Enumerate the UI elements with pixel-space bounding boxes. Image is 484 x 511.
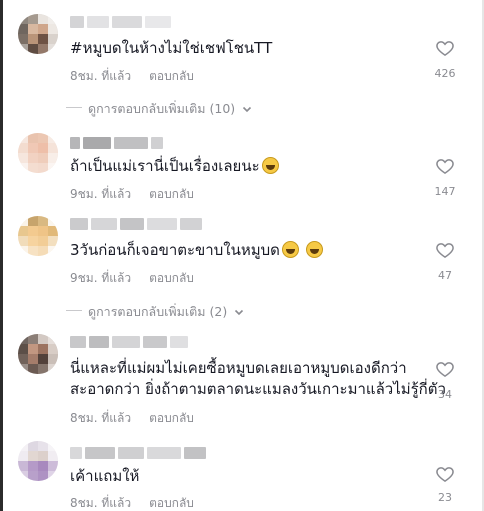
reply-button[interactable]: ตอบกลับ [149, 494, 194, 511]
comment-time: 8ชม. ที่แล้ว [70, 496, 132, 510]
comment-item: ถ้าเป็นแม่เรานี่เป็นเรื่องเลยนะ 9ชม. ที่… [18, 133, 462, 203]
heart-outline-icon [436, 243, 454, 258]
username-redacted[interactable] [70, 218, 202, 234]
like-button[interactable]: 47 [428, 240, 462, 282]
comment-meta: 8ชม. ที่แล้ว ตอบกลับ [70, 409, 194, 428]
heart-outline-icon [436, 467, 454, 482]
username-redacted[interactable] [70, 336, 188, 352]
comment-text-line-1: นี่แหละที่แม่ผมไม่เคยซื้อหมูบดเลยเอาหมูบ… [70, 359, 407, 377]
comment-text: #หมูบดในห้างไม่ใช่เชฟโชนTT [70, 39, 273, 57]
view-more-replies-label: ดูการตอบกลับเพิ่มเติม (2) [88, 304, 228, 319]
comment-time: 8ชม. ที่แล้ว [70, 69, 132, 83]
like-button[interactable]: 34 [428, 359, 462, 401]
comment-item: #หมูบดในห้างไม่ใช่เชฟโชนTT 8ชม. ที่แล้ว … [18, 14, 462, 124]
like-button[interactable]: 23 [428, 464, 462, 504]
reply-button[interactable]: ตอบกลับ [149, 185, 194, 204]
heart-outline-icon [436, 41, 454, 56]
view-more-replies[interactable]: ดูการตอบกลับเพิ่มเติม (10) [65, 99, 253, 119]
username-redacted[interactable] [70, 16, 171, 32]
comment-text: 3วันก่อนก็เจอขาตะขาบในหมูบด [70, 240, 323, 261]
comment-time: 9ชม. ที่แล้ว [70, 271, 132, 285]
avatar[interactable] [18, 441, 58, 481]
comment-text-line-2: สะอาดกว่า ยิ่งถ้าตามตลาดนะแมลงวันเกาะมาแ… [70, 380, 446, 398]
like-count: 426 [434, 67, 456, 80]
comment-meta: 9ชม. ที่แล้ว ตอบกลับ [70, 269, 194, 288]
like-count: 23 [438, 491, 452, 504]
view-more-replies-label: ดูการตอบกลับเพิ่มเติม (10) [88, 101, 236, 116]
comment-time: 8ชม. ที่แล้ว [70, 411, 132, 425]
heart-outline-icon [436, 159, 454, 174]
reply-button[interactable]: ตอบกลับ [149, 269, 194, 288]
chevron-down-icon [243, 106, 252, 113]
grinning-squinting-face-emoji [281, 241, 299, 258]
comment-text: ถ้าเป็นแม่เรานี่เป็นเรื่องเลยนะ [70, 156, 279, 177]
comment-meta: 9ชม. ที่แล้ว ตอบกลับ [70, 185, 194, 204]
heart-outline-icon [436, 362, 454, 377]
grinning-squinting-face-emoji [261, 157, 279, 174]
view-more-replies[interactable]: ดูการตอบกลับเพิ่มเติม (2) [65, 302, 245, 322]
like-count: 147 [434, 185, 456, 198]
like-count: 47 [438, 269, 452, 282]
avatar[interactable] [18, 334, 58, 374]
grinning-squinting-face-emoji [305, 241, 323, 258]
comment-text-body: ถ้าเป็นแม่เรานี่เป็นเรื่องเลยนะ [70, 157, 260, 175]
comment-text: เค้าแถมให้ [70, 467, 140, 485]
like-count: 34 [438, 388, 452, 401]
username-redacted[interactable] [70, 137, 163, 153]
comment-meta: 8ชม. ที่แล้ว ตอบกลับ [70, 67, 194, 86]
username-redacted[interactable] [70, 447, 206, 463]
like-button[interactable]: 426 [428, 38, 462, 80]
left-edge-bar [0, 0, 3, 511]
comment-item: 3วันก่อนก็เจอขาตะขาบในหมูบด 9ชม. ที่แล้ว… [18, 216, 462, 326]
comment-text-body: 3วันก่อนก็เจอขาตะขาบในหมูบด [70, 241, 280, 259]
reply-button[interactable]: ตอบกลับ [149, 409, 194, 428]
like-button[interactable]: 147 [428, 156, 462, 198]
avatar[interactable] [18, 14, 58, 54]
avatar[interactable] [18, 216, 58, 256]
avatar[interactable] [18, 133, 58, 173]
comment-item: เค้าแถมให้ 8ชม. ที่แล้ว ตอบกลับ 23 [18, 441, 462, 511]
comment-meta: 8ชม. ที่แล้ว ตอบกลับ [70, 494, 194, 511]
comment-time: 9ชม. ที่แล้ว [70, 187, 132, 201]
chevron-down-icon [235, 309, 244, 316]
reply-button[interactable]: ตอบกลับ [149, 67, 194, 86]
comment-item: นี่แหละที่แม่ผมไม่เคยซื้อหมูบดเลยเอาหมูบ… [18, 334, 462, 432]
